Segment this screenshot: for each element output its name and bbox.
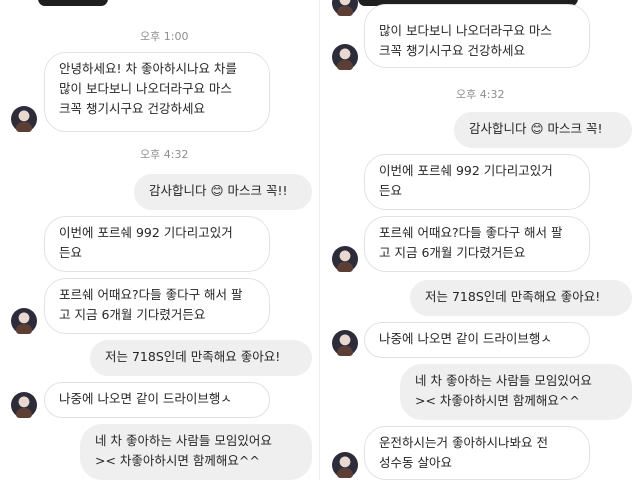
sent-message[interactable]: 저는 718S인데 만족해요 좋아요! xyxy=(90,340,312,376)
received-message[interactable]: 나중에 나오면 같이 드라이브행ㅅ xyxy=(364,322,590,358)
sender-avatar[interactable] xyxy=(11,106,37,132)
received-message[interactable]: 포르쉐 어때요?다들 좋다구 해서 팔 고 지금 6개월 기다렸거든요 xyxy=(364,216,590,272)
received-message[interactable]: 나중에 나오면 같이 드라이브행ㅅ xyxy=(44,382,270,418)
sender-avatar[interactable] xyxy=(332,246,358,272)
received-message[interactable]: 안녕하세요! 차 좋아하시나요 차를 많이 보다보니 나오더라구요 마스 크꼭 … xyxy=(44,52,270,132)
sent-message[interactable]: 네 차 좋아하는 사람들 모임있어요 >< 차좋아하시면 함께해요^^ xyxy=(80,424,312,480)
sent-message[interactable]: 저는 718S인데 만족해요 좋아요! xyxy=(410,280,632,316)
timestamp: 오후 4:32 xyxy=(456,88,505,101)
chat-panel-left: 오후 1:00 안녕하세요! 차 좋아하시나요 차를 많이 보다보니 나오더라구… xyxy=(0,0,320,480)
timestamp: 오후 1:00 xyxy=(140,30,189,43)
sender-avatar[interactable] xyxy=(11,308,37,334)
sent-message[interactable]: 감사합니다 😊 마스크 꼭! xyxy=(454,112,632,148)
sender-avatar[interactable] xyxy=(332,44,358,70)
sent-message[interactable]: 네 차 좋아하는 사람들 모임있어요 >< 차좋아하시면 함께해요^^ xyxy=(400,364,632,420)
chat-panel-right: 많이 보다보니 나오더라구요 마스 크꼭 챙기시구요 건강하세요 오후 4:32… xyxy=(320,0,640,480)
timestamp: 오후 4:32 xyxy=(140,148,189,161)
sender-avatar[interactable] xyxy=(332,330,358,356)
sender-avatar[interactable] xyxy=(11,392,37,418)
cropped-header xyxy=(38,0,108,6)
sender-avatar[interactable] xyxy=(332,452,358,478)
received-message[interactable]: 운전하시는거 좋아하시나봐요 전 성수동 살아요 xyxy=(364,426,590,480)
received-message[interactable]: 포르쉐 어때요?다들 좋다구 해서 팔 고 지금 6개월 기다렸거든요 xyxy=(44,278,270,334)
sent-message[interactable]: 감사합니다 😊 마스크 꼭!! xyxy=(134,174,312,210)
sender-avatar[interactable] xyxy=(332,0,358,16)
received-message[interactable]: 많이 보다보니 나오더라구요 마스 크꼭 챙기시구요 건강하세요 xyxy=(364,4,590,68)
received-message[interactable]: 이번에 포르쉐 992 기다리고있거 든요 xyxy=(44,216,270,272)
received-message[interactable]: 이번에 포르쉐 992 기다리고있거 든요 xyxy=(364,154,590,210)
